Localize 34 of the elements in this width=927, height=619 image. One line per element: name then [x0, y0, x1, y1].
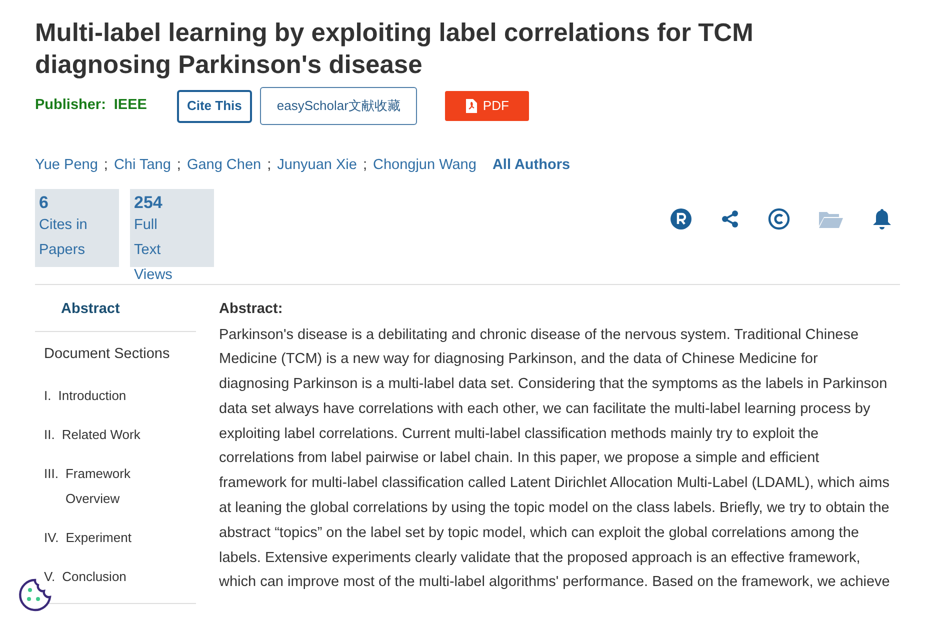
publisher-label: Publisher:: [35, 96, 106, 116]
pdf-file-icon: [466, 99, 477, 113]
copyright-icon[interactable]: [768, 208, 790, 230]
publisher-name: IEEE: [114, 96, 147, 116]
author-separator: ;: [362, 156, 367, 175]
author-link[interactable]: Chongjun Wang: [372, 155, 476, 177]
author-link[interactable]: Junyuan Xie: [277, 155, 357, 177]
author-separator: ;: [104, 156, 108, 175]
share-icon[interactable]: [721, 210, 739, 228]
author-separator: ;: [176, 156, 181, 175]
abstract-text: Parkinson's disease is a debilitating and chronic disease of the nervous system. Traditional Chinese Medicine (TCM) is a new way for diagnosing Parkinson, and the data of Chinese Medicine for diagnosing Parkinson is a multi-label data set. Considering that the symptoms as the labels in Parkinson data set always have correlations with each other, we can facilitate the multi-label learning process by exploiting label correlations. Current multi-label classification methods mainly try to exploit the correlations from label pairwise or label chain. In this paper, we propose a simple and efficient framework for multi-label classification called Latent Dirichlet Allocation Multi-Label (LDAML), which aims at leaning the global correlations by using the topic model on the class labels. Briefly, we try to obtain the abstract “topics” on the label set by topic model, which can exploit the global correlations among the labels. Extensive experiments clearly validate that the proposed approach is an effective framework, which can improve most of the multi-label algorithms' performance. Based on the framework, we achieve: [219, 326, 891, 592]
section-link[interactable]: III. Framework Overview: [35, 461, 196, 512]
collect-button[interactable]: easyScholar文献收藏: [260, 87, 418, 125]
metric-label: Cites in Papers: [39, 216, 88, 260]
bell-icon[interactable]: [872, 208, 892, 230]
cite-button[interactable]: Cite This: [176, 90, 252, 122]
metric-label: Full Text Views: [134, 216, 174, 285]
section-link[interactable]: I. Introduction: [35, 383, 196, 408]
sections-heading: Document Sections: [43, 344, 171, 364]
author-separator: ;: [267, 156, 272, 175]
all-authors-link[interactable]: All Authors: [492, 155, 570, 177]
metric-count: 6: [39, 192, 50, 213]
pdf-button[interactable]: PDF: [445, 91, 530, 121]
author-link[interactable]: Gang Chen: [186, 155, 262, 177]
author-link[interactable]: Chi Tang: [114, 155, 171, 177]
section-link[interactable]: V. Conclusion: [35, 564, 196, 590]
author-link[interactable]: Yue Peng: [35, 155, 98, 177]
article-title: Multi-label learning by exploiting label correlations for TCM diagnosing Parkinson's disease: [35, 18, 754, 81]
abstract-heading: Abstract:: [219, 300, 284, 319]
metric-count: 254: [134, 192, 164, 213]
section-link[interactable]: IV. Experiment: [35, 525, 196, 550]
abstract-tab[interactable]: Abstract: [35, 298, 196, 332]
registered-icon[interactable]: [670, 208, 692, 230]
section-link[interactable]: II. Related Work: [35, 422, 196, 448]
